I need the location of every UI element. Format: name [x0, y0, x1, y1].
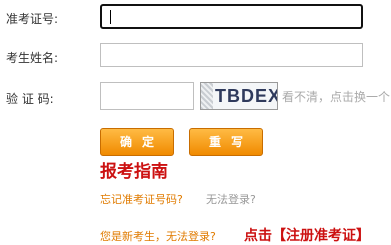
captcha-input[interactable]	[100, 82, 194, 110]
reset-button[interactable]: 重写	[189, 128, 263, 156]
confirm-button[interactable]: 确定	[100, 128, 174, 156]
examinee-name-label: 考生姓名:	[6, 51, 59, 65]
ticket-number-label: 准考证号:	[6, 12, 59, 26]
captcha-image[interactable]: TBDEX	[200, 82, 278, 110]
captcha-image-text: TBDEX	[215, 86, 278, 106]
ticket-number-input[interactable]	[100, 4, 363, 29]
captcha-label: 验 证 码:	[6, 92, 54, 106]
exam-guide-title: 报考指南	[100, 162, 168, 182]
forgot-ticket-link[interactable]: 忘记准考证号码?	[100, 191, 183, 207]
text-caret	[110, 10, 111, 24]
captcha-noise	[201, 83, 213, 109]
refresh-captcha-link[interactable]: 看不清，点击换一个	[282, 88, 390, 105]
register-ticket-link[interactable]: 点击【注册准考证】	[244, 225, 370, 245]
new-examinee-link[interactable]: 您是新考生，无法登录?	[100, 228, 216, 244]
cannot-login-link[interactable]: 无法登录?	[206, 191, 256, 207]
examinee-name-input[interactable]	[100, 43, 363, 67]
